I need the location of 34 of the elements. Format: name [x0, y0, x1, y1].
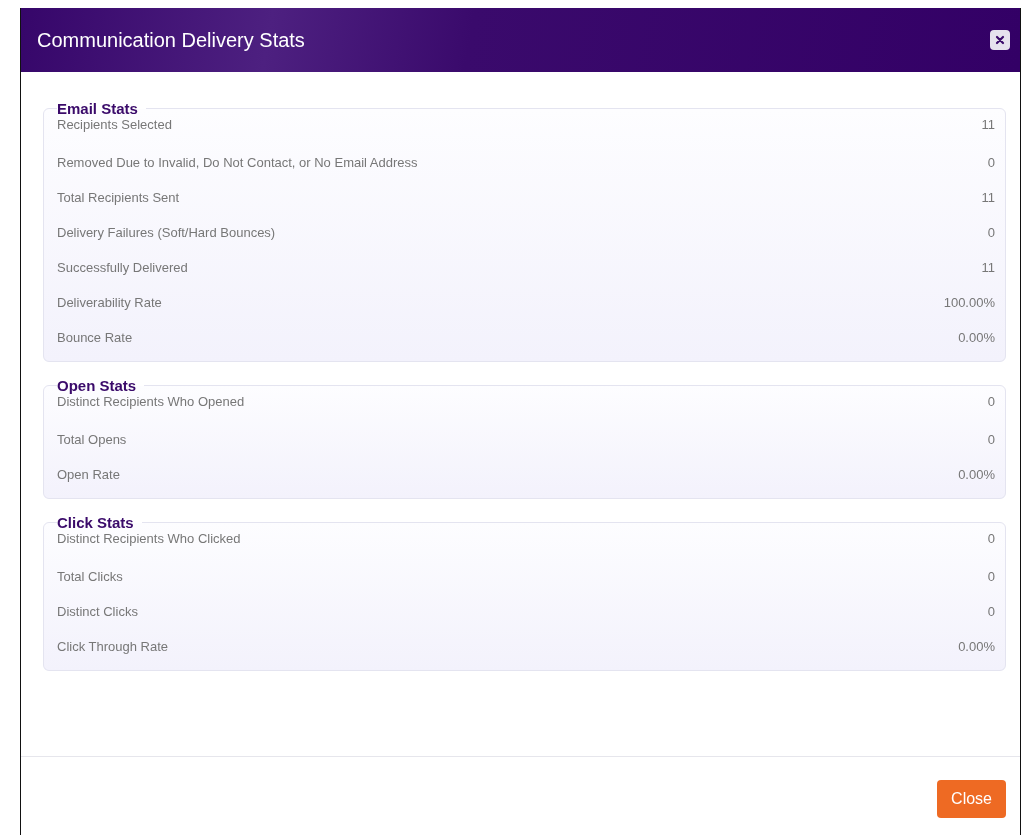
stat-value: 0	[987, 432, 995, 447]
stat-label: Bounce Rate	[57, 330, 133, 345]
stat-value: 0	[987, 531, 995, 546]
stat-label: Distinct Recipients Who Opened	[57, 394, 245, 409]
window-title: Communication Delivery Stats	[37, 28, 305, 52]
stat-value: 11	[981, 260, 995, 275]
stat-label: Open Rate	[57, 467, 120, 482]
section-title: Open Stats	[57, 377, 138, 394]
section-title: Email Stats	[57, 100, 139, 117]
stat-label: Removed Due to Invalid, Do Not Contact, or No Email Address	[57, 155, 418, 170]
stat-value: 0	[987, 225, 995, 240]
stat-value: 0	[987, 155, 995, 170]
section-title: Click Stats	[57, 514, 135, 531]
stat-label: Total Clicks	[57, 569, 123, 584]
stat-value: 100.00%	[943, 295, 995, 310]
stat-label: Recipients Selected	[57, 117, 172, 132]
stat-label: Total Recipients Sent	[57, 190, 180, 205]
stat-label: Successfully Delivered	[57, 260, 188, 275]
stat-label: Deliverability Rate	[57, 295, 162, 310]
stat-label: Distinct Recipients Who Clicked	[57, 531, 241, 546]
stat-value: 0.00%	[958, 467, 995, 482]
close-button[interactable]: Close	[937, 780, 1006, 818]
stat-label: Distinct Clicks	[57, 604, 138, 619]
stat-value: 0.00%	[958, 639, 995, 654]
stat-label: Total Opens	[57, 432, 127, 447]
stat-value: 0	[987, 394, 995, 409]
close-icon[interactable]	[990, 30, 1010, 50]
stat-label: Click Through Rate	[57, 639, 169, 654]
stat-value: 11	[981, 190, 995, 205]
stat-label: Delivery Failures (Soft/Hard Bounces)	[57, 225, 276, 240]
stat-value: 0.00%	[958, 330, 995, 345]
stat-value: 0	[987, 569, 995, 584]
stat-value: 11	[981, 117, 995, 132]
stat-value: 0	[987, 604, 995, 619]
